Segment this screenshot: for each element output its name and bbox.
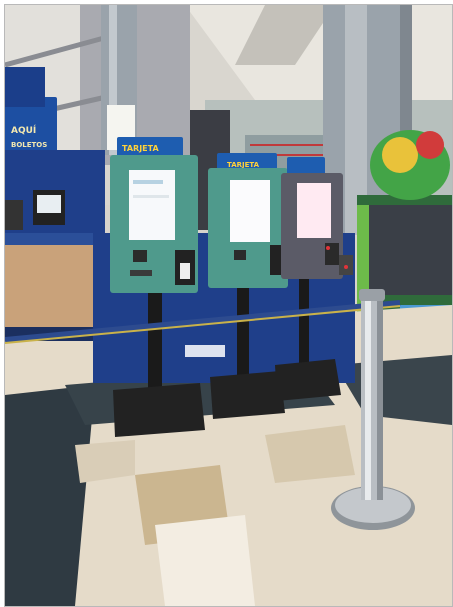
kiosk-scene: AQUÍ BOLETOS TARJETA TARJETA bbox=[5, 5, 452, 606]
kiosk-photo: AQUÍ BOLETOS TARJETA TARJETA bbox=[4, 4, 453, 607]
sign-line-1: AQUÍ bbox=[11, 124, 37, 136]
kiosk-1: TARJETA bbox=[110, 137, 205, 437]
kiosk-2-screen bbox=[230, 180, 270, 242]
upper-screen bbox=[5, 67, 45, 107]
kiosk-3-screen bbox=[297, 183, 331, 238]
kiosk-2-label: TARJETA bbox=[227, 161, 260, 169]
ticket-counter bbox=[5, 150, 105, 341]
sign-line-2: BOLETOS bbox=[11, 141, 47, 149]
kiosk-1-label: TARJETA bbox=[122, 144, 159, 153]
floor-tile-light bbox=[155, 515, 255, 606]
